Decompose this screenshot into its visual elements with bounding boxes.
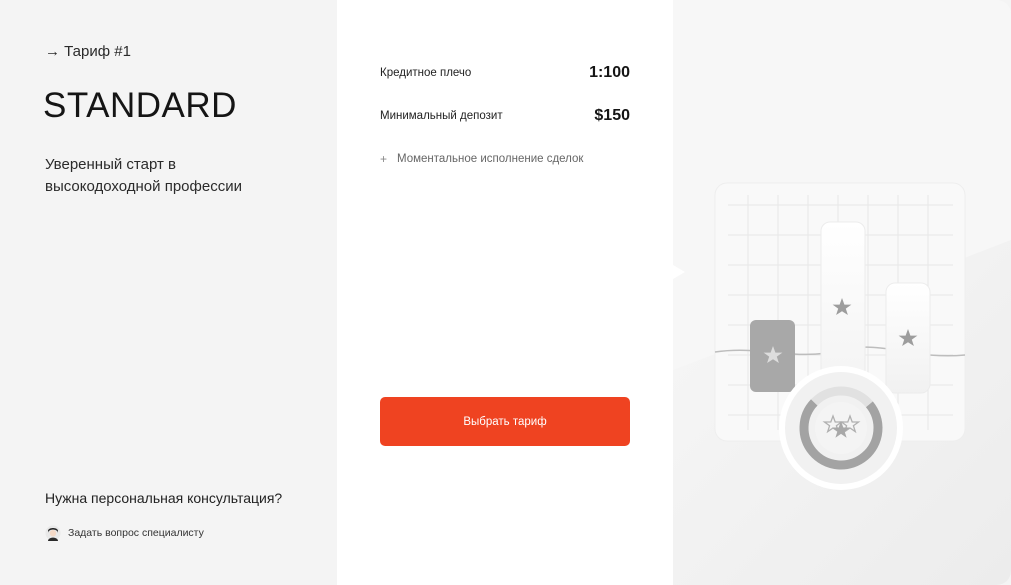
support-avatar-icon xyxy=(45,525,61,541)
ask-specialist-label: Задать вопрос специалисту xyxy=(68,527,204,539)
plan-subtitle: Уверенный старт в высокодоходной професс… xyxy=(45,156,242,195)
illustration-panel xyxy=(673,0,1011,585)
tariff-info-panel: → Тариф #1 STANDARD Уверенный старт в вы… xyxy=(0,0,337,585)
tariff-details-panel: Кредитное плечо 1:100 Минимальный депози… xyxy=(337,0,673,585)
deposit-row: Минимальный депозит $150 xyxy=(380,107,630,125)
feature-item: + Моментальное исполнение сделок xyxy=(380,152,583,166)
select-tariff-button[interactable]: Выбрать тариф xyxy=(380,397,630,446)
deposit-label: Минимальный депозит xyxy=(380,110,503,122)
leverage-row: Кредитное плечо 1:100 xyxy=(380,64,630,82)
ask-specialist-link[interactable]: Задать вопрос специалисту xyxy=(45,525,204,541)
plan-name: STANDARD xyxy=(43,86,237,125)
tariff-illustration xyxy=(673,0,1011,585)
plus-icon: + xyxy=(380,152,388,166)
tariff-number: → Тариф #1 xyxy=(45,43,131,60)
leverage-value: 1:100 xyxy=(589,64,630,81)
consultation-question: Нужна персональная консультация? xyxy=(45,490,283,506)
feature-label: Моментальное исполнение сделок xyxy=(397,153,584,165)
deposit-value: $150 xyxy=(594,107,630,124)
leverage-label: Кредитное плечо xyxy=(380,67,472,79)
tariff-card: → Тариф #1 STANDARD Уверенный старт в вы… xyxy=(0,0,1011,585)
